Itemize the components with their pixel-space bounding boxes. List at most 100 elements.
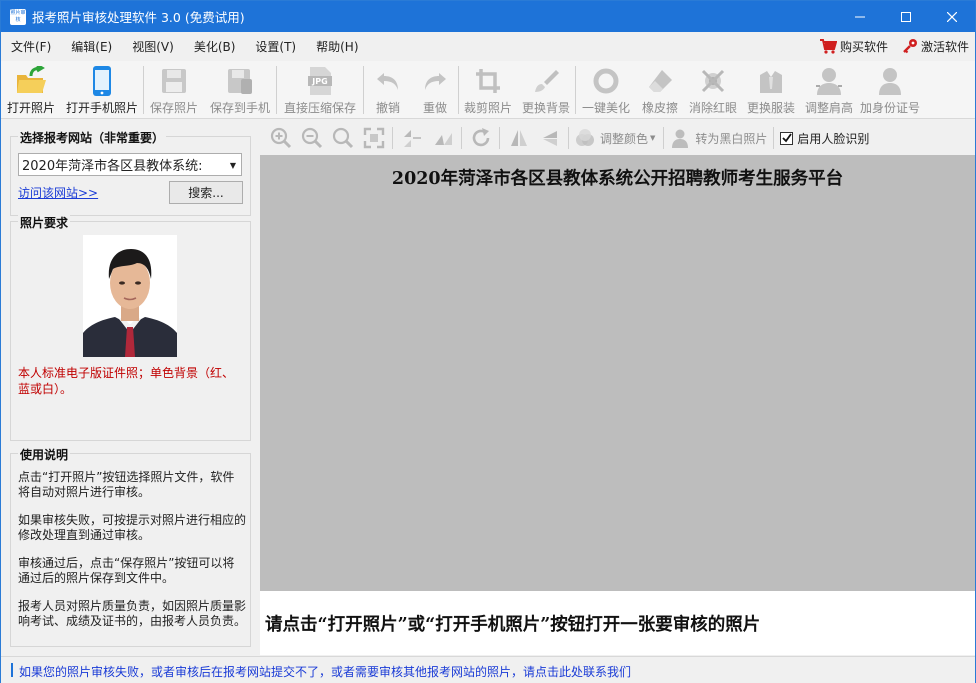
maximize-button[interactable]: [883, 1, 929, 32]
instructions-text: 点击“打开照片”按钮选择照片文件，软件将自动对照片进行审核。 如果审核失败，可按…: [18, 470, 246, 642]
sample-id-photo: [83, 235, 177, 357]
undo-icon: [371, 66, 405, 96]
flip-vertical-icon[interactable]: [396, 124, 427, 152]
toolbar-divider: [392, 127, 393, 149]
menu-help[interactable]: 帮助(H): [306, 38, 368, 55]
open-photo-button[interactable]: 打开照片: [1, 61, 61, 119]
instruction-paragraph: 审核通过后，点击“保存照片”按钮可以将通过后的照片保存到文件中。: [18, 556, 235, 585]
app-window: 照片审核 报考照片审核处理软件 3.0 (免费试用) 文件(F) 编辑(E) 视…: [0, 0, 976, 683]
open-phone-photo-button[interactable]: 打开手机照片: [61, 61, 143, 119]
site-title-heading: 2020年菏泽市各区县教体系统公开招聘教师考生服务平台: [391, 169, 844, 189]
activate-software-label: 激活软件: [920, 39, 969, 54]
close-button[interactable]: [929, 1, 975, 32]
contact-us-link[interactable]: 如果您的照片审核失败，或者审核后在报考网站提交不了，或者需要审核其他报考网站的照…: [19, 663, 631, 680]
instructions-group-title: 使用说明: [18, 446, 71, 463]
face-detect-checkbox[interactable]: [780, 131, 794, 145]
open-folder-icon: [14, 66, 48, 96]
crop-photo-button[interactable]: 裁剪照片: [459, 61, 517, 119]
change-background-label: 更换背景: [521, 101, 570, 115]
one-click-beautify-label: 一键美化: [581, 101, 630, 115]
undo-button[interactable]: 撤销: [364, 61, 412, 119]
suit-icon: [754, 66, 788, 96]
chevron-down-icon: ▼: [229, 161, 236, 170]
activate-software-button[interactable]: 激活软件: [902, 38, 969, 55]
photo-canvas[interactable]: 2020年菏泽市各区县教体系统公开招聘教师考生服务平台: [260, 155, 975, 591]
color-adjust-icon: [572, 124, 598, 152]
menu-edit[interactable]: 编辑(E): [61, 38, 122, 55]
adjust-shoulder-button[interactable]: 调整肩高: [800, 61, 858, 119]
save-to-phone-button[interactable]: 保存到手机: [204, 61, 276, 119]
minimize-button[interactable]: [837, 1, 883, 32]
status-bar: 如果您的照片审核失败，或者审核后在报考网站提交不了，或者需要审核其他报考网站的照…: [1, 656, 975, 683]
toolbar-divider: [568, 127, 569, 149]
phone-icon: [85, 66, 119, 96]
crop-photo-label: 裁剪照片: [463, 101, 512, 115]
paint-brush-icon: [529, 66, 563, 96]
undo-label: 撤销: [375, 101, 400, 115]
adjust-color-dropdown[interactable]: 调整颜色: [600, 130, 648, 147]
menu-view[interactable]: 视图(V): [122, 38, 184, 55]
key-icon: [903, 39, 917, 54]
cart-icon: [819, 39, 837, 54]
zoom-out-icon[interactable]: [296, 124, 327, 152]
mirror-horizontal-icon[interactable]: [503, 124, 534, 152]
menu-beautify[interactable]: 美化(B): [184, 38, 246, 55]
jpg-file-icon: JPG: [303, 66, 337, 96]
fit-window-icon[interactable]: [358, 124, 389, 152]
eraser-button[interactable]: 橡皮擦: [636, 61, 684, 119]
zoom-actual-icon[interactable]: [327, 124, 358, 152]
menu-bar: 文件(F) 编辑(E) 视图(V) 美化(B) 设置(T) 帮助(H) 购买软件: [1, 32, 975, 60]
toolbar-divider: [663, 127, 665, 149]
instructions-group: 使用说明 点击“打开照片”按钮选择照片文件，软件将自动对照片进行审核。 如果审核…: [10, 446, 251, 647]
redeye-icon: [696, 66, 730, 96]
person-shoulder-icon: [812, 66, 846, 96]
crop-icon: [471, 66, 505, 96]
convert-bw-button[interactable]: 转为黑白照片: [695, 130, 767, 147]
prompt-area: 请点击“打开照片”或“打开手机照片”按钮打开一张要审核的照片: [260, 591, 975, 655]
redo-button[interactable]: 重做: [412, 61, 458, 119]
image-toolbar: 调整颜色 ▼ 转为黑白照片 启用人脸识别: [260, 121, 975, 155]
zoom-in-icon[interactable]: [265, 124, 296, 152]
buy-software-label: 购买软件: [839, 39, 888, 54]
search-button[interactable]: 搜索...: [169, 181, 243, 204]
main-toolbar: 打开照片 打开手机照片 保存照片 保存到手机 JPG 直接压缩保存 撤销 重做 …: [1, 61, 975, 119]
chevron-down-icon: ▼: [650, 134, 656, 142]
add-id-number-button[interactable]: 加身份证号: [858, 61, 922, 119]
requirement-text: 本人标准电子版证件照；单色背景（红、蓝或白）。: [18, 366, 235, 396]
title-bar: 照片审核 报考照片审核处理软件 3.0 (免费试用): [1, 1, 975, 32]
add-id-number-label: 加身份证号: [859, 101, 920, 115]
change-clothes-button[interactable]: 更换服装: [742, 61, 800, 119]
menu-file[interactable]: 文件(F): [1, 38, 61, 55]
menu-settings[interactable]: 设置(T): [245, 38, 306, 55]
buy-software-button[interactable]: 购买软件: [819, 38, 888, 55]
app-logo-icon: 照片审核: [10, 8, 26, 25]
rotate-icon[interactable]: [465, 124, 496, 152]
toolbar-divider: [461, 127, 462, 149]
adjust-shoulder-label: 调整肩高: [804, 101, 853, 115]
mirror-vertical-icon[interactable]: [534, 124, 565, 152]
flip-diagonal-icon[interactable]: [427, 124, 458, 152]
beautify-ring-icon: [589, 66, 623, 96]
compress-save-button[interactable]: JPG 直接压缩保存: [277, 61, 363, 119]
eraser-icon: [643, 66, 677, 96]
compress-save-label: 直接压缩保存: [283, 101, 356, 115]
person-id-icon: [873, 66, 907, 96]
redo-icon: [418, 66, 452, 96]
site-select-group: 选择报考网站（非常重要） 2020年菏泽市各区县教体系统: ▼ 访问该网站>> …: [10, 129, 251, 216]
change-clothes-label: 更换服装: [746, 101, 795, 115]
redo-label: 重做: [422, 101, 447, 115]
face-detect-toggle[interactable]: 启用人脸识别: [780, 130, 869, 147]
photo-requirement-group: 照片要求 本人标准电子版证件照；单色背景（红、蓝或白）。: [10, 214, 251, 441]
one-click-beautify-button[interactable]: 一键美化: [576, 61, 636, 119]
change-background-button[interactable]: 更换背景: [517, 61, 575, 119]
svg-text:JPG: JPG: [311, 77, 327, 86]
toolbar-divider: [499, 127, 500, 149]
remove-redeye-button[interactable]: 消除红眼: [684, 61, 742, 119]
window-title: 报考照片审核处理软件 3.0 (免费试用): [32, 10, 245, 25]
save-photo-button[interactable]: 保存照片: [144, 61, 204, 119]
toolbar-divider: [773, 127, 775, 149]
remove-redeye-label: 消除红眼: [688, 101, 737, 115]
visit-site-link[interactable]: 访问该网站>>: [18, 184, 98, 201]
site-dropdown[interactable]: 2020年菏泽市各区县教体系统: ▼: [18, 153, 242, 176]
face-detect-label: 启用人脸识别: [797, 131, 870, 146]
